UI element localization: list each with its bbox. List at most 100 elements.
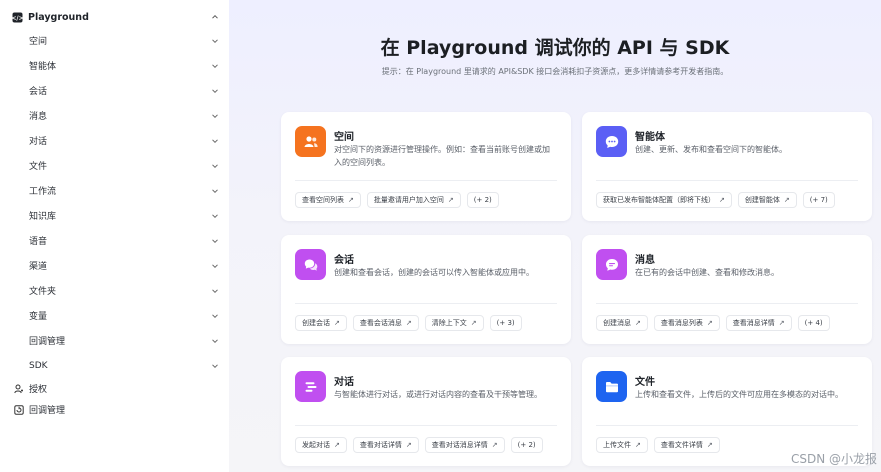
playground-icon: </>: [12, 12, 23, 23]
card-title: 文件: [635, 377, 655, 388]
api-link-chip[interactable]: 查看文件详情 ↗: [653, 437, 720, 453]
external-link-icon: ↗: [706, 441, 713, 449]
api-link-label: 创建消息: [603, 319, 631, 327]
sidebar-item-variable[interactable]: 变量: [0, 303, 229, 328]
sidebar-item-callback[interactable]: 回调管理: [0, 328, 229, 353]
sidebar-item-label: 文件夹: [29, 287, 57, 297]
api-link-label: 批量邀请用户加入空间: [373, 196, 444, 204]
card-description: 与智能体进行对话，或进行对话内容的查看及干预等管理。: [334, 390, 542, 399]
card-description: 创建和查看会话，创建的会话可以传入智能体或应用中。: [334, 268, 534, 277]
more-apis-chip[interactable]: (+ 7): [802, 192, 835, 208]
chevron-down-icon: [211, 287, 219, 295]
api-card-bot[interactable]: 智能体 创建、更新、发布和查看空间下的智能体。 获取已发布智能体配置（即将下线）…: [582, 112, 872, 221]
more-apis-chip[interactable]: (+ 2): [510, 437, 543, 453]
api-link-chip[interactable]: 批量邀请用户加入空间 ↗: [366, 192, 461, 208]
api-link-chip[interactable]: 查看会话消息 ↗: [352, 315, 419, 331]
api-link-label: 查看消息详情: [732, 319, 775, 327]
sidebar-item-space[interactable]: 空间: [0, 28, 229, 53]
page-title: 在 Playground 调试你的 API 与 SDK: [380, 37, 730, 59]
card-divider: [596, 303, 858, 304]
chevron-down-icon: [211, 237, 219, 245]
card-links: 发起对话 ↗ 查看对话详情 ↗ 查看对话消息详情 ↗ (+ 2): [295, 437, 543, 453]
external-link-icon: ↗: [405, 319, 412, 327]
api-link-chip[interactable]: 清除上下文 ↗: [424, 315, 484, 331]
conversation-icon: [295, 249, 326, 280]
chevron-down-icon: [211, 137, 219, 145]
api-link-chip[interactable]: 发起对话 ↗: [295, 437, 347, 453]
sidebar-item-workflow[interactable]: 工作流: [0, 178, 229, 203]
api-link-label: 清除上下文: [431, 319, 467, 327]
sidebar-item-label: 回调管理: [29, 337, 66, 347]
card-description: 在已有的会话中创建、查看和修改消息。: [635, 268, 779, 277]
card-links: 获取已发布智能体配置（即将下线） ↗ 创建智能体 ↗ (+ 7): [596, 192, 835, 208]
external-link-icon: ↗: [348, 196, 354, 204]
card-links: 上传文件 ↗ 查看文件详情 ↗: [596, 437, 720, 453]
api-link-label: 查看空间列表: [302, 196, 344, 204]
sidebar-item-folder[interactable]: 文件夹: [0, 278, 229, 303]
api-link-chip[interactable]: 创建会话 ↗: [295, 315, 347, 331]
api-card-chat[interactable]: 对话 与智能体进行对话，或进行对话内容的查看及干预等管理。 发起对话 ↗ 查看对话…: [281, 357, 571, 466]
more-apis-chip[interactable]: (+ 2): [466, 192, 499, 208]
card-links: 创建会话 ↗ 查看会话消息 ↗ 清除上下文 ↗ (+ 3): [295, 315, 522, 331]
sidebar-item-label: 文件: [29, 162, 48, 172]
sidebar-item-conversation[interactable]: 会话: [0, 78, 229, 103]
api-link-label: 创建智能体: [744, 196, 780, 204]
api-card-conversation[interactable]: 会话 创建和查看会话，创建的会话可以传入智能体或应用中。 创建会话 ↗ 查看会话消…: [281, 235, 571, 344]
api-link-chip[interactable]: 获取已发布智能体配置（即将下线） ↗: [596, 192, 732, 208]
sidebar-item-voice[interactable]: 语音: [0, 228, 229, 253]
sidebar-item-label: 渠道: [29, 262, 48, 272]
sidebar-item-label: 空间: [29, 37, 48, 47]
sidebar-root-callback[interactable]: 回调管理: [0, 399, 229, 420]
sidebar-item-channel[interactable]: 渠道: [0, 253, 229, 278]
api-link-chip[interactable]: 查看消息列表 ↗: [653, 315, 720, 331]
chevron-down-icon: [211, 62, 219, 70]
user-key-icon: [14, 384, 24, 394]
chevron-down-icon: [211, 262, 219, 270]
api-link-chip[interactable]: 上传文件 ↗: [596, 437, 648, 453]
chevron-up-icon[interactable]: [211, 13, 219, 21]
more-apis-chip[interactable]: (+ 3): [489, 315, 522, 331]
api-link-chip[interactable]: 查看对话消息详情 ↗: [424, 437, 505, 453]
sidebar-item-message[interactable]: 消息: [0, 103, 229, 128]
external-link-icon: ↗: [783, 196, 790, 204]
card-description: 上传和查看文件，上传后的文件可应用在多模态的对话中。: [635, 390, 843, 399]
sidebar-header-playground[interactable]: </> Playground: [0, 6, 229, 28]
api-link-chip[interactable]: 创建消息 ↗: [596, 315, 648, 331]
page-subtitle: 提示：在 Playground 里请求的 API&SDK 接口会消耗扣子资源点，…: [381, 67, 729, 76]
external-link-icon: ↗: [470, 319, 477, 327]
watermark: CSDN @小龙报: [790, 452, 877, 466]
card-divider: [596, 425, 858, 426]
callback-icon: [14, 404, 24, 415]
card-links: 查看空间列表 ↗ 批量邀请用户加入空间 ↗ (+ 2): [295, 192, 499, 208]
sidebar-item-label: 工作流: [29, 187, 57, 197]
api-card-message[interactable]: 消息 在已有的会话中创建、查看和修改消息。 创建消息 ↗ 查看消息列表 ↗ 查看消息…: [582, 235, 872, 344]
main-panel: 在 Playground 调试你的 API 与 SDK 提示：在 Playgro…: [229, 0, 881, 472]
external-link-icon: ↗: [334, 441, 340, 449]
folder-icon: [596, 371, 627, 402]
more-apis-chip[interactable]: (+ 4): [797, 315, 830, 331]
bot-chat-icon: [596, 126, 627, 157]
sidebar-root-auth[interactable]: 授权: [0, 378, 229, 399]
external-link-icon: ↗: [491, 441, 498, 449]
sidebar-item-sdk[interactable]: SDK: [0, 353, 229, 378]
sidebar-item-file[interactable]: 文件: [0, 153, 229, 178]
api-link-chip[interactable]: 查看对话详情 ↗: [352, 437, 419, 453]
sidebar-item-bot[interactable]: 智能体: [0, 53, 229, 78]
sidebar-item-label: 消息: [29, 112, 48, 122]
external-link-icon: ↗: [635, 441, 641, 449]
api-link-label: 查看文件详情: [660, 441, 703, 449]
api-link-label: 发起对话: [302, 441, 330, 449]
sidebar-header-label: Playground: [28, 11, 89, 23]
sidebar-item-chat[interactable]: 对话: [0, 128, 229, 153]
api-link-chip[interactable]: 创建智能体 ↗: [737, 192, 797, 208]
space-users-icon: [295, 126, 326, 157]
chevron-down-icon: [211, 162, 219, 170]
dialog-lines-icon: [295, 371, 326, 402]
chevron-down-icon: [211, 87, 219, 95]
api-link-chip[interactable]: 查看消息详情 ↗: [725, 315, 792, 331]
api-link-chip[interactable]: 查看空间列表 ↗: [295, 192, 361, 208]
sidebar-item-knowledge[interactable]: 知识库: [0, 203, 229, 228]
chevron-down-icon: [211, 312, 219, 320]
external-link-icon: ↗: [706, 319, 713, 327]
api-card-space[interactable]: 空间 对空间下的资源进行管理操作。例如：查看当前账号创建或加入的空间列表。 查看…: [281, 112, 571, 221]
